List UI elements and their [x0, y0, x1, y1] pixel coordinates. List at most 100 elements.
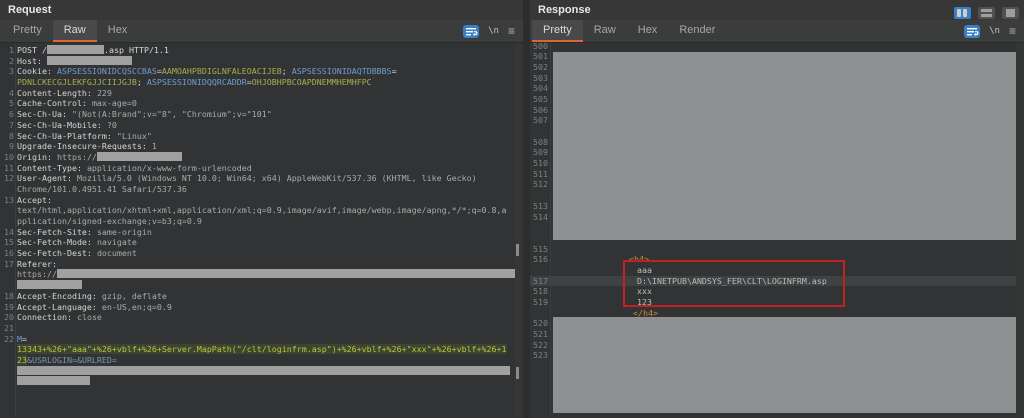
- hamburger-menu-icon[interactable]: ≡: [1009, 25, 1016, 38]
- line-number: 514: [533, 211, 548, 222]
- line-number: 511: [533, 168, 548, 179]
- code-token: same-origin: [96, 226, 152, 237]
- word-wrap-icon[interactable]: [964, 25, 981, 38]
- line-number: 506: [533, 104, 548, 115]
- panel-splitter[interactable]: [523, 0, 530, 418]
- code-line: 9 Upgrade-Insecure-Requests: 1: [0, 141, 515, 152]
- request-tabbar: Pretty Raw Hex \n ≡: [0, 20, 523, 43]
- request-tab-pretty[interactable]: Pretty: [2, 20, 53, 42]
- request-tab-hex[interactable]: Hex: [97, 20, 139, 42]
- response-editor-toolbar: \n ≡: [964, 24, 1016, 39]
- line-number: 2: [9, 55, 14, 66]
- response-tab-render[interactable]: Render: [668, 20, 726, 42]
- request-tabs: Pretty Raw Hex: [0, 20, 523, 42]
- request-panel-title: Request: [8, 4, 52, 16]
- line-number: 521: [533, 329, 548, 340]
- response-tab-hex[interactable]: Hex: [627, 20, 669, 42]
- code-line: 515: [530, 244, 1016, 255]
- http-message-viewer: Request Pretty Raw Hex \n ≡ 1 POST / .as…: [0, 0, 1024, 418]
- code-token: Sec-Ch-Ua-Platform:: [17, 130, 117, 141]
- code-line: 7 Sec-Ch-Ua-Mobile: ?0: [0, 120, 515, 131]
- redacted-text: [46, 45, 104, 54]
- code-token: "Linux": [116, 130, 152, 141]
- code-token: navigate: [96, 237, 137, 248]
- line-number: 501: [533, 51, 548, 62]
- code-token: &USRLOGIN=&URLRED=: [27, 354, 117, 365]
- code-line: 22 M=: [0, 334, 515, 345]
- code-token: 1: [151, 141, 157, 152]
- line-number: 502: [533, 61, 548, 72]
- line-number: 6: [9, 109, 14, 120]
- line-content: Sec-Ch-Ua-Platform: "Linux": [17, 131, 152, 141]
- code-line: 500: [530, 43, 1016, 51]
- code-line: 13 Accept:: [0, 195, 515, 206]
- code-token: User-Agent:: [17, 173, 77, 184]
- code-token: AAMOAHPBDIGLNFALEOACIJEB: [161, 66, 282, 77]
- split-rows-view-icon[interactable]: [978, 7, 995, 19]
- response-editor[interactable]: 500 501 502 503 504 505 506 507 508 509 510 511 512 5…: [530, 43, 1024, 418]
- line-number: 505: [533, 93, 548, 104]
- code-token: ;: [136, 77, 147, 88]
- line-content: Origin: https://: [17, 151, 182, 162]
- redacted-text: [17, 376, 90, 386]
- code-token: ASPSESSIONIDAQTDBBBS: [291, 66, 392, 77]
- code-token: ASPSESSIONIDCQSCCBAS: [56, 66, 157, 77]
- line-content: Sec-Fetch-Site: same-origin: [17, 227, 152, 237]
- line-number: 500: [533, 43, 548, 51]
- line-content: Accept:: [17, 195, 52, 205]
- code-token: document: [96, 248, 137, 259]
- line-content: Content-Length: 229: [17, 88, 112, 98]
- response-tab-pretty[interactable]: Pretty: [532, 20, 583, 42]
- line-content: 13343+%26+"aaa"+%26+vblf+%26+Server.MapP…: [17, 344, 507, 355]
- code-token: PDNLCKECGJLEKFGJJCIIJGJB: [17, 77, 137, 88]
- line-content: Accept-Language: en-US,en;q=0.9: [17, 302, 172, 312]
- code-token: Sec-Fetch-Mode:: [17, 237, 97, 248]
- response-tab-raw[interactable]: Raw: [583, 20, 627, 42]
- code-token: "(Not(A:Brand";v="8", "Chromium";v="101": [71, 109, 272, 120]
- line-content: 23&USRLOGIN=&URLRED=: [17, 354, 117, 365]
- line-number: 507: [533, 115, 548, 126]
- code-line: 19 Accept-Language: en-US,en;q=0.9: [0, 302, 515, 313]
- request-panel: Request Pretty Raw Hex \n ≡ 1 POST / .as…: [0, 0, 523, 418]
- code-token: https://: [56, 151, 97, 162]
- line-number: 513: [533, 200, 548, 211]
- hamburger-menu-icon[interactable]: ≡: [508, 25, 515, 38]
- code-token: Accept-Encoding:: [17, 290, 102, 301]
- line-content: Chrome/101.0.4951.41 Safari/537.36: [17, 184, 187, 194]
- line-content: Connection: close: [17, 312, 102, 322]
- redacted-block: [553, 52, 1016, 240]
- code-token: Sec-Fetch-Dest:: [17, 248, 97, 259]
- line-content: [17, 280, 82, 290]
- redacted-text: [17, 280, 82, 290]
- code-token: Sec-Ch-Ua:: [17, 109, 72, 120]
- line-content: Content-Type: application/x-www-form-url…: [17, 163, 252, 173]
- line-content: Host:: [17, 55, 132, 66]
- code-line: 2 Host:: [0, 55, 515, 67]
- line-number: 503: [533, 72, 548, 83]
- newline-icon[interactable]: \n: [989, 25, 1000, 38]
- request-tab-raw[interactable]: Raw: [52, 20, 97, 42]
- code-line: 23&USRLOGIN=&URLRED=: [0, 354, 515, 366]
- split-columns-view-icon[interactable]: [954, 7, 971, 19]
- word-wrap-icon[interactable]: [463, 25, 480, 38]
- code-line: https://: [0, 269, 515, 280]
- line-number: 10: [4, 151, 14, 162]
- line-number: 520: [533, 318, 548, 329]
- request-scrollbar[interactable]: [515, 43, 523, 418]
- line-content: [17, 376, 90, 386]
- code-line: 3 Cookie: ASPSESSIONIDCQSCCBAS = AAMOAHPBDI…: [0, 66, 515, 77]
- line-content: Cache-Control: max-age=0: [17, 98, 137, 108]
- response-scrollbar[interactable]: [1016, 43, 1024, 418]
- code-token: max-age=0: [91, 98, 137, 109]
- newline-icon[interactable]: \n: [488, 25, 499, 38]
- line-number: 8: [9, 130, 14, 141]
- request-editor[interactable]: 1 POST / .asp HTTP/1.1 2 Host: 3 Cookie: ASPS…: [0, 43, 523, 418]
- maximize-view-icon[interactable]: [1002, 7, 1019, 19]
- code-token: https://: [17, 269, 57, 280]
- line-number: 516: [533, 254, 548, 265]
- code-token: Cache-Control:: [17, 98, 92, 109]
- line-content: Sec-Ch-Ua: "(Not(A:Brand";v="8", "Chromi…: [17, 109, 272, 119]
- code-token: .asp HTTP/1.1: [103, 45, 169, 55]
- line-number: 13: [4, 194, 14, 205]
- code-line: 12 User-Agent: Mozilla/5.0 (Windows NT 10…: [0, 173, 515, 184]
